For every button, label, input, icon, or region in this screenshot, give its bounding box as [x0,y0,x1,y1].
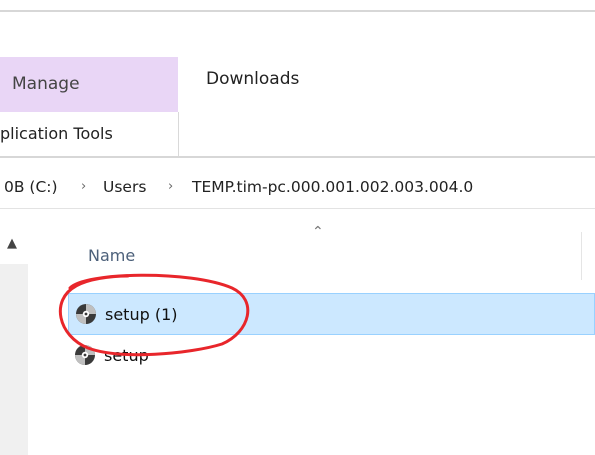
file-row-setup[interactable]: setup [68,335,595,377]
column-header-name[interactable]: Name [88,246,135,265]
application-tools-label: plication Tools [0,124,113,143]
ribbon-tabs [0,12,595,58]
ribbon-divider [0,156,595,158]
navigation-scrollbar[interactable] [0,264,28,455]
tab-manage[interactable]: Manage [12,74,80,94]
explorer-window: Manage Downloads plication Tools 0B (C:)… [0,0,595,455]
tab-downloads[interactable]: Downloads [206,69,299,89]
column-divider[interactable] [581,232,582,280]
title-bar [0,0,595,12]
breadcrumb-temp-folder[interactable]: TEMP.tim-pc.000.001.002.003.004.0 [192,178,473,196]
address-bar[interactable]: 0B (C:) › Users › TEMP.tim-pc.000.001.00… [0,162,595,209]
chevron-right-icon[interactable]: › [168,179,173,194]
file-row-setup-1[interactable]: setup (1) [68,293,595,335]
setup-disc-icon [75,345,95,365]
chevron-right-icon[interactable]: › [81,179,86,194]
file-name: setup (1) [105,305,178,324]
scroll-up-arrow-icon[interactable]: ▲ [7,236,17,251]
setup-disc-icon [76,304,96,324]
file-name: setup [104,346,149,365]
sort-ascending-icon: ⌃ [312,224,324,240]
breadcrumb-users[interactable]: Users [103,178,146,196]
breadcrumb-drive[interactable]: 0B (C:) [4,178,58,196]
